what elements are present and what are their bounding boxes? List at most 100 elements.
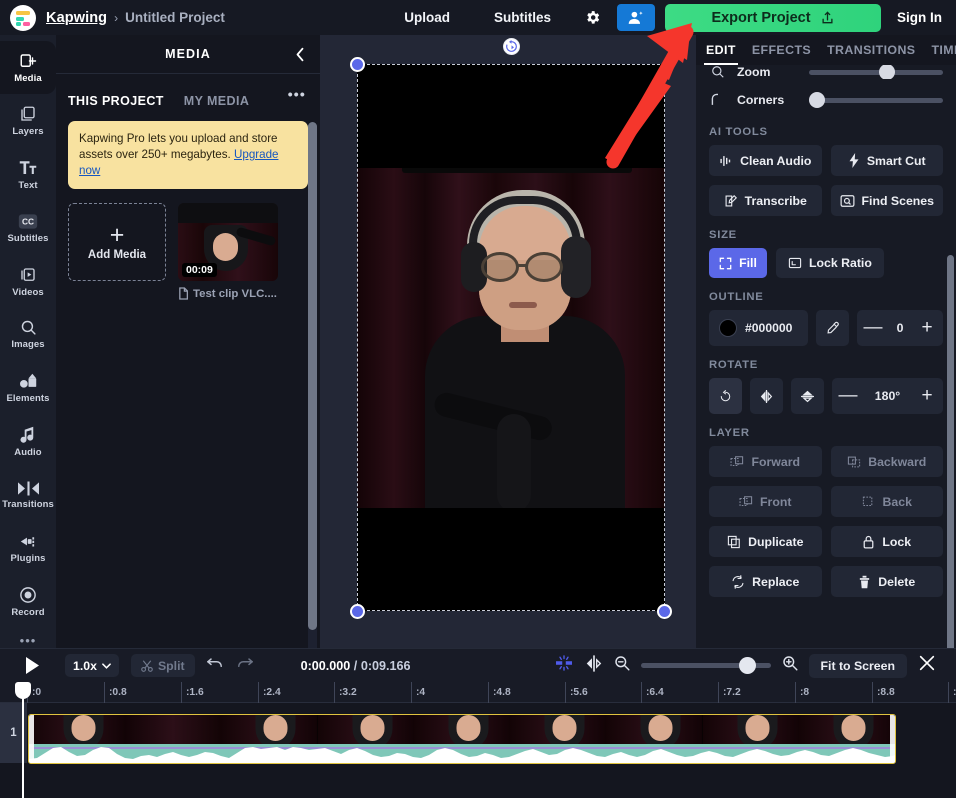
tab-timing[interactable]: TIMING xyxy=(931,43,956,57)
front-button[interactable]: Front xyxy=(709,486,822,517)
sidebar-item-plugins[interactable]: Plugins xyxy=(0,522,56,575)
duplicate-button[interactable]: Duplicate xyxy=(709,526,822,557)
sidebar-item-record[interactable]: Record xyxy=(0,576,56,629)
app-logo[interactable] xyxy=(0,4,46,31)
properties-panel-scrollbar[interactable] xyxy=(947,255,954,648)
invite-collaborator-button[interactable] xyxy=(617,4,655,31)
sidebar-label-plugins: Plugins xyxy=(10,553,46,565)
playhead-handle[interactable] xyxy=(15,682,31,699)
sidebar-item-videos[interactable]: Videos xyxy=(0,255,56,308)
scene-search-icon xyxy=(840,194,855,207)
eyedropper-icon[interactable] xyxy=(816,310,849,346)
rotate-angle-value[interactable]: 180° xyxy=(864,389,911,403)
smart-cut-button[interactable]: Smart Cut xyxy=(830,145,943,176)
clean-audio-button[interactable]: Clean Audio xyxy=(709,145,822,176)
play-button[interactable] xyxy=(25,657,40,674)
resize-handle-bottom-right[interactable] xyxy=(657,604,672,619)
rotate-minus-button[interactable]: — xyxy=(832,378,864,414)
corners-slider-knob[interactable] xyxy=(809,92,825,108)
timeline-zoom-slider[interactable] xyxy=(640,657,771,674)
add-media-button[interactable]: + Add Media xyxy=(68,203,166,281)
rotate-angle-stepper[interactable]: — 180° + xyxy=(832,378,943,414)
record-icon xyxy=(20,587,36,604)
zoom-slider-row[interactable]: Zoom xyxy=(709,65,943,79)
tab-edit[interactable]: EDIT xyxy=(704,43,738,65)
tab-effects[interactable]: EFFECTS xyxy=(752,43,811,57)
fit-clip-icon[interactable] xyxy=(585,654,603,677)
media-thumbnail[interactable]: 00:09 xyxy=(178,203,278,281)
sidebar-item-transitions[interactable]: Transitions xyxy=(0,469,56,522)
chevron-left-icon[interactable] xyxy=(290,44,310,64)
sidebar-more-icon[interactable]: ••• xyxy=(20,633,37,648)
snap-icon[interactable] xyxy=(554,655,574,676)
timeline-track-row[interactable] xyxy=(27,703,956,775)
lock-ratio-button[interactable]: Lock Ratio xyxy=(776,248,884,278)
redo-icon[interactable] xyxy=(237,657,253,675)
fill-label: Fill xyxy=(739,256,757,270)
subtitles-button[interactable]: Subtitles xyxy=(494,10,551,25)
corners-slider-track[interactable] xyxy=(809,92,943,108)
sidebar-label-images: Images xyxy=(11,339,45,351)
flip-horizontal-icon[interactable] xyxy=(750,378,783,414)
zoom-out-icon[interactable] xyxy=(614,655,630,676)
sidebar-item-text[interactable]: Text xyxy=(0,148,56,201)
media-panel-scrollbar[interactable] xyxy=(308,122,317,667)
properties-body: Zoom Corners AI TOOLS Clean Audio Smart … xyxy=(696,65,956,648)
close-icon[interactable] xyxy=(918,654,936,677)
sidebar-item-elements[interactable]: Elements xyxy=(0,362,56,415)
outline-color-swatch xyxy=(719,319,737,337)
brand-link[interactable]: Kapwing xyxy=(46,10,107,26)
sidebar-item-subtitles[interactable]: CC Subtitles xyxy=(0,201,56,254)
zoom-in-icon[interactable] xyxy=(782,655,798,676)
outline-width-stepper[interactable]: — 0 + xyxy=(857,310,943,346)
sidebar-item-layers[interactable]: Layers xyxy=(0,94,56,147)
sidebar-item-audio[interactable]: Audio xyxy=(0,415,56,468)
split-button[interactable]: Split xyxy=(130,654,195,677)
rotate-title: ROTATE xyxy=(709,359,758,371)
outline-plus-button[interactable]: + xyxy=(911,310,943,346)
timeline[interactable]: :0 :0.8 :1.6 :2.4 :3.2 :4 :4.8 :5.6 :6.4… xyxy=(0,682,956,798)
fit-to-screen-button[interactable]: Fit to Screen xyxy=(808,653,907,678)
replace-button[interactable]: Replace xyxy=(709,566,822,597)
corners-slider-row[interactable]: Corners xyxy=(709,87,943,113)
delete-button[interactable]: Delete xyxy=(830,566,943,597)
sidebar-item-images[interactable]: Images xyxy=(0,308,56,361)
fill-button[interactable]: Fill xyxy=(709,248,767,278)
outline-width-value[interactable]: 0 xyxy=(889,321,911,335)
tab-transitions[interactable]: TRANSITIONS xyxy=(827,43,915,57)
sign-in-button[interactable]: Sign In xyxy=(897,10,942,25)
backward-button[interactable]: Backward xyxy=(830,446,943,477)
sidebar-item-media[interactable]: Media xyxy=(0,41,56,95)
flip-vertical-icon[interactable] xyxy=(791,378,824,414)
rotate-icon[interactable] xyxy=(503,38,520,55)
timeline-zoom-knob[interactable] xyxy=(738,657,756,674)
undo-icon[interactable] xyxy=(206,657,223,675)
playhead[interactable] xyxy=(15,682,31,798)
transcribe-button[interactable]: Transcribe xyxy=(709,185,822,216)
zoom-slider-knob[interactable] xyxy=(878,65,895,79)
outline-color-picker[interactable]: #000000 xyxy=(709,310,808,346)
rotate-plus-button[interactable]: + xyxy=(911,378,943,414)
sidebar-label-media: Media xyxy=(14,72,42,84)
resize-handle-bottom-left[interactable] xyxy=(350,604,365,619)
export-project-button[interactable]: Export Project xyxy=(665,3,881,32)
lock-button[interactable]: Lock xyxy=(830,526,943,557)
resize-handle-top-left[interactable] xyxy=(350,57,365,72)
media-item[interactable]: 00:09 Test clip VLC.... xyxy=(178,203,278,300)
zoom-slider-track[interactable] xyxy=(809,65,943,79)
outline-minus-button[interactable]: — xyxy=(857,310,889,346)
find-scenes-button[interactable]: Find Scenes xyxy=(830,185,943,216)
timeline-ruler[interactable]: :0 :0.8 :1.6 :2.4 :3.2 :4 :4.8 :5.6 :6.4… xyxy=(0,682,956,703)
back-button[interactable]: Back xyxy=(830,486,943,517)
rotate-ccw-icon[interactable] xyxy=(709,378,742,414)
more-dots-icon[interactable]: ••• xyxy=(288,86,306,102)
upload-button[interactable]: Upload xyxy=(404,10,450,25)
playback-speed-selector[interactable]: 1.0x xyxy=(65,654,119,677)
gear-icon[interactable] xyxy=(579,5,605,31)
tab-this-project[interactable]: THIS PROJECT xyxy=(68,94,164,108)
project-name[interactable]: Untitled Project xyxy=(125,10,225,25)
tab-my-media[interactable]: MY MEDIA xyxy=(184,94,249,108)
ruler-tick: :2.4 xyxy=(258,682,281,703)
timeline-clip[interactable] xyxy=(28,714,896,764)
forward-button[interactable]: Forward xyxy=(709,446,822,477)
